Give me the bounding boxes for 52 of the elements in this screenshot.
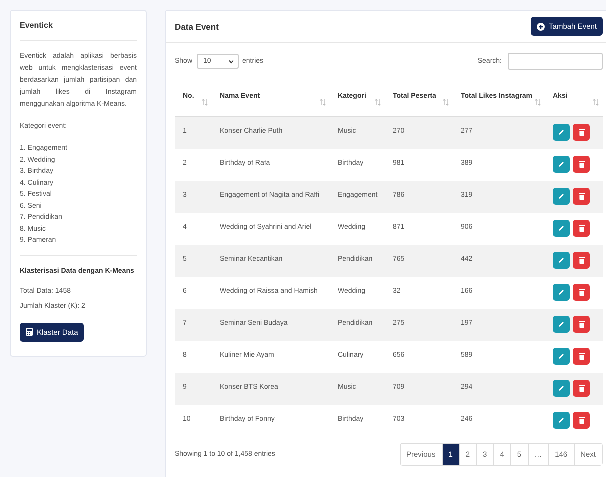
delete-button[interactable] xyxy=(573,316,590,332)
trash-icon xyxy=(578,320,584,328)
pencil-icon xyxy=(558,192,565,200)
edit-button[interactable] xyxy=(553,348,570,364)
trash-icon xyxy=(578,416,584,424)
trash-icon xyxy=(578,256,584,264)
pencil-icon xyxy=(558,384,565,392)
edit-button[interactable] xyxy=(553,156,570,172)
sort-icon xyxy=(443,98,449,106)
sort-icon xyxy=(593,98,599,106)
edit-button[interactable] xyxy=(553,380,570,396)
delete-button[interactable] xyxy=(573,380,590,396)
trash-icon xyxy=(578,352,584,360)
delete-button[interactable] xyxy=(573,284,590,300)
pencil-icon xyxy=(558,256,565,264)
trash-icon xyxy=(578,288,584,296)
sort-icon xyxy=(535,98,541,106)
edit-button[interactable] xyxy=(553,316,570,332)
delete-button[interactable] xyxy=(573,156,590,172)
pencil-icon xyxy=(558,320,565,328)
pencil-icon xyxy=(558,224,565,232)
trash-icon xyxy=(578,224,584,232)
edit-button[interactable] xyxy=(553,220,570,236)
pencil-icon xyxy=(558,288,565,296)
delete-button[interactable] xyxy=(573,252,590,268)
pencil-icon xyxy=(558,160,565,168)
pencil-icon xyxy=(558,416,565,424)
edit-button[interactable] xyxy=(553,124,570,140)
delete-button[interactable] xyxy=(573,348,590,364)
delete-button[interactable] xyxy=(573,220,590,236)
delete-button[interactable] xyxy=(573,412,590,428)
sort-icon xyxy=(320,98,326,106)
trash-icon xyxy=(578,128,584,136)
edit-button[interactable] xyxy=(553,188,570,204)
pencil-icon xyxy=(558,128,565,136)
chevron-down-icon xyxy=(228,60,234,64)
sort-icon xyxy=(375,98,381,106)
edit-button[interactable] xyxy=(553,252,570,268)
sort-icon xyxy=(202,98,208,106)
plus-circle-icon xyxy=(537,22,546,30)
delete-button[interactable] xyxy=(573,188,590,204)
calculator-icon xyxy=(26,328,33,336)
card-title: Data Event xyxy=(175,22,219,32)
trash-icon xyxy=(578,384,584,392)
sidebar-title: Eventick xyxy=(20,21,137,41)
trash-icon xyxy=(578,160,584,168)
delete-button[interactable] xyxy=(573,124,590,140)
pencil-icon xyxy=(558,352,565,360)
trash-icon xyxy=(578,192,584,200)
edit-button[interactable] xyxy=(553,284,570,300)
search-field[interactable] xyxy=(508,53,603,70)
edit-button[interactable] xyxy=(553,412,570,428)
